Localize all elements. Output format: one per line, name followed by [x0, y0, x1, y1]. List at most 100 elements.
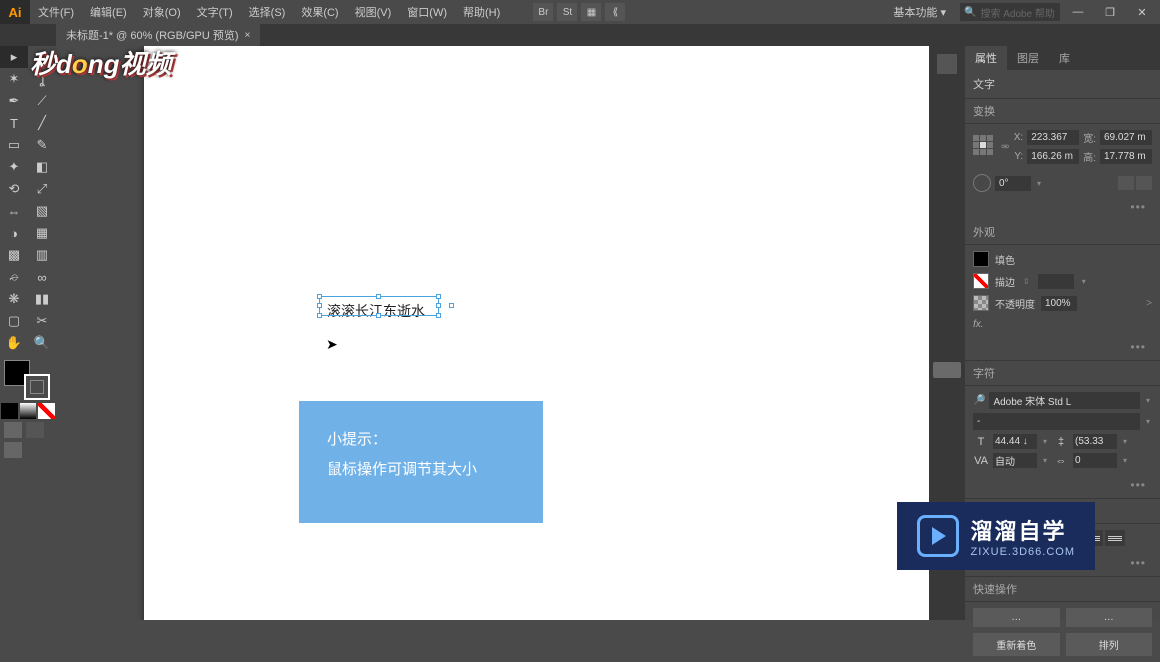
perspective-tool[interactable]: ▦ — [28, 222, 56, 244]
selection-handle-tl[interactable] — [317, 294, 322, 299]
leading-input[interactable] — [1073, 434, 1117, 449]
line-tool[interactable]: ╱ — [28, 112, 56, 134]
opacity-input[interactable] — [1041, 296, 1077, 311]
reference-point-selector[interactable] — [973, 135, 997, 159]
pen-tool[interactable]: ✒ — [0, 90, 28, 112]
selection-handle-ml[interactable] — [317, 303, 322, 308]
menu-object[interactable]: 对象(O) — [135, 4, 189, 20]
appearance-header[interactable]: 外观 — [965, 220, 1160, 245]
kerning-input[interactable] — [993, 453, 1037, 468]
w-input[interactable] — [1100, 130, 1152, 145]
selection-handle-tm[interactable] — [376, 294, 381, 299]
leading-dropdown-icon[interactable]: ▾ — [1121, 437, 1129, 446]
menu-type[interactable]: 文字(T) — [189, 4, 241, 20]
gradient-tool[interactable]: ▥ — [28, 244, 56, 266]
opacity-swatch[interactable] — [973, 295, 989, 311]
angle-dropdown-icon[interactable]: ▾ — [1035, 179, 1043, 188]
paragraph-more-icon[interactable]: ••• — [1130, 556, 1152, 570]
gpu-icon[interactable]: ⟪ — [605, 3, 625, 21]
rotate-tool[interactable]: ⟲ — [0, 178, 28, 200]
angle-input[interactable] — [995, 176, 1031, 191]
workspace-switcher[interactable]: 基本功能 ▾ — [883, 4, 956, 20]
size-dropdown-icon[interactable]: ▾ — [1041, 437, 1049, 446]
free-transform-tool[interactable]: ▧ — [28, 200, 56, 222]
fx-row[interactable]: fx. — [965, 317, 1160, 336]
shaper-tool[interactable]: ✦ — [0, 156, 28, 178]
selection-bounding-box[interactable] — [319, 296, 439, 316]
menu-help[interactable]: 帮助(H) — [455, 4, 508, 20]
shape-builder-tool[interactable]: ◑ — [0, 222, 28, 244]
link-wh-icon[interactable]: ⚮ — [1001, 142, 1009, 153]
angle-dial-icon[interactable] — [973, 174, 991, 192]
font-dropdown-icon[interactable]: ▾ — [1144, 396, 1152, 405]
selection-handle-bl[interactable] — [317, 313, 322, 318]
stroke-color-swatch[interactable] — [24, 374, 50, 400]
flip-horizontal-icon[interactable] — [1118, 176, 1134, 190]
eyedropper-tool[interactable]: ⌮ — [0, 266, 28, 288]
canvas-area[interactable]: 滚滚长江东逝水 ➤ 小提示： 鼠标操作可调节其大小 — [56, 46, 929, 620]
arrange-docs-icon[interactable]: ▦ — [581, 3, 601, 21]
justify-all-button[interactable] — [1105, 530, 1125, 546]
character-more-icon[interactable]: ••• — [1130, 478, 1152, 492]
tab-layers[interactable]: 图层 — [1007, 46, 1049, 70]
fill-swatch[interactable] — [973, 251, 989, 267]
quick-action-recolor[interactable]: 重新着色 — [973, 633, 1060, 656]
appearance-more-icon[interactable]: ••• — [1130, 340, 1152, 354]
color-mode-none[interactable] — [38, 403, 55, 419]
column-graph-tool[interactable]: ▮▮ — [28, 288, 56, 310]
stock-icon[interactable]: St — [557, 3, 577, 21]
tracking-input[interactable] — [1073, 453, 1117, 468]
type-tool[interactable]: T — [0, 112, 28, 134]
stroke-swatch[interactable] — [973, 273, 989, 289]
eraser-tool[interactable]: ◧ — [28, 156, 56, 178]
blend-tool[interactable]: ∞ — [28, 266, 56, 288]
tab-properties[interactable]: 属性 — [965, 46, 1007, 70]
width-tool[interactable]: ⇔ — [0, 200, 28, 222]
curvature-tool[interactable]: ⟋ — [28, 90, 56, 112]
scrollbar-thumb[interactable] — [933, 362, 961, 378]
window-minimize-icon[interactable]: ― — [1064, 3, 1092, 21]
document-tab-close-icon[interactable]: × — [245, 30, 251, 41]
tab-libraries[interactable]: 库 — [1049, 46, 1080, 70]
draw-normal-icon[interactable] — [4, 422, 22, 438]
rectangle-tool[interactable]: ▭ — [0, 134, 28, 156]
quick-action-1[interactable]: … — [973, 608, 1060, 627]
x-input[interactable] — [1027, 130, 1079, 145]
symbol-sprayer-tool[interactable]: ❋ — [0, 288, 28, 310]
font-size-input[interactable] — [993, 434, 1037, 449]
document-tab[interactable]: 未标题-1* @ 60% (RGB/GPU 预览) × — [56, 24, 260, 46]
search-input[interactable]: 🔍搜索 Adobe 帮助 — [960, 3, 1060, 21]
selection-handle-br[interactable] — [436, 313, 441, 318]
font-family-input[interactable] — [989, 392, 1140, 409]
slice-tool[interactable]: ✂ — [28, 310, 56, 332]
kerning-dropdown-icon[interactable]: ▾ — [1041, 456, 1049, 465]
selection-tool[interactable]: ▸ — [0, 46, 28, 68]
stroke-dropdown-icon[interactable]: ▾ — [1080, 277, 1088, 286]
tracking-dropdown-icon[interactable]: ▾ — [1121, 456, 1129, 465]
draw-behind-icon[interactable] — [26, 422, 44, 438]
collapsed-panel-icon[interactable] — [937, 54, 957, 74]
color-mode-solid[interactable] — [1, 403, 18, 419]
font-style-input[interactable] — [973, 413, 1140, 430]
bridge-icon[interactable]: Br — [533, 3, 553, 21]
quick-action-2[interactable]: … — [1066, 608, 1153, 627]
h-input[interactable] — [1100, 149, 1152, 164]
mesh-tool[interactable]: ▩ — [0, 244, 28, 266]
color-well[interactable] — [0, 358, 56, 402]
artboard-tool[interactable]: ▢ — [0, 310, 28, 332]
selection-handle-mr[interactable] — [436, 303, 441, 308]
font-search-icon[interactable]: 🔎 — [973, 395, 985, 406]
paintbrush-tool[interactable]: ✎ — [28, 134, 56, 156]
menu-window[interactable]: 窗口(W) — [399, 4, 455, 20]
window-close-icon[interactable]: ✕ — [1128, 3, 1156, 21]
flip-vertical-icon[interactable] — [1136, 176, 1152, 190]
zoom-tool[interactable]: 🔍 — [28, 332, 56, 354]
menu-effect[interactable]: 效果(C) — [293, 4, 346, 20]
menu-file[interactable]: 文件(F) — [30, 4, 82, 20]
window-maximize-icon[interactable]: ❐ — [1096, 3, 1124, 21]
stroke-weight-input[interactable] — [1038, 274, 1074, 289]
magic-wand-tool[interactable]: ✶ — [0, 68, 28, 90]
transform-header[interactable]: 变换 — [965, 99, 1160, 124]
menu-edit[interactable]: 编辑(E) — [82, 4, 135, 20]
y-input[interactable] — [1027, 149, 1079, 164]
